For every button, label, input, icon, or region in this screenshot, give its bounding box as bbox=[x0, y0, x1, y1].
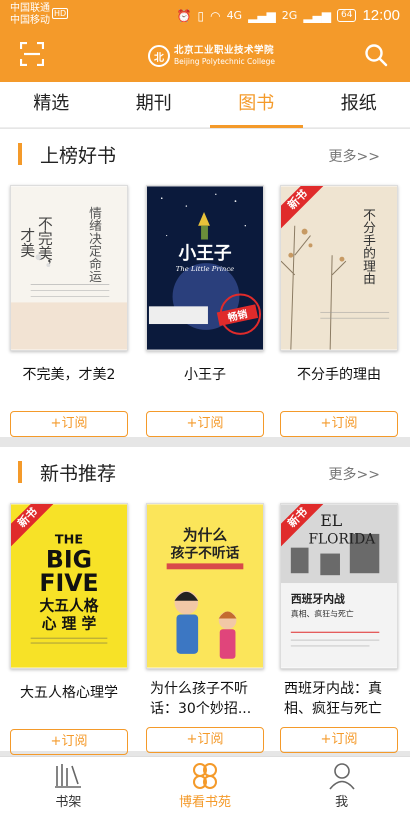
scan-icon[interactable] bbox=[20, 42, 44, 66]
carrier-2: 中国移动 bbox=[10, 15, 50, 26]
cover-text: 才美 bbox=[18, 228, 35, 258]
book-card[interactable]: EL FLORIDA 西班牙内战 真相、疯狂与死亡 新书 西班牙内战：真相、疯狂… bbox=[280, 503, 398, 753]
status-bar: 中国联通 中国移动 HD ⏰ ▯ ◠ 4G ▂▄▆ 2G ▂▄▆ 64 12:0… bbox=[0, 0, 410, 28]
nav-me[interactable]: 我 bbox=[273, 757, 410, 813]
logo-english: Beijing Polytechnic College bbox=[174, 57, 276, 66]
bestsellers-section: 上榜好书 更多>> 不完美， 才美 情绪决定命运 不完美，才美2 +订阅 小王子… bbox=[0, 129, 410, 437]
more-link[interactable]: 更多>> bbox=[329, 146, 380, 166]
network-1: 4G bbox=[226, 9, 243, 22]
book-card[interactable]: 不完美， 才美 情绪决定命运 不完美，才美2 +订阅 bbox=[10, 185, 128, 437]
cover-text: 不分手的理由 bbox=[360, 208, 375, 285]
cover-text: 小王子 bbox=[178, 243, 231, 264]
nav-label: 博看书苑 bbox=[179, 795, 232, 810]
tab-newspapers[interactable]: 报纸 bbox=[308, 82, 410, 127]
cover-text: 情绪决定命运 bbox=[86, 206, 101, 284]
book-card[interactable]: 不分手的理由 新书 不分手的理由 +订阅 bbox=[280, 185, 398, 437]
cover-text: 心 理 学 bbox=[42, 614, 97, 632]
clock: 12:00 bbox=[362, 7, 400, 24]
cover-text: 西班牙内战 bbox=[291, 592, 345, 606]
cover-text: 真相、疯狂与死亡 bbox=[291, 608, 354, 618]
subscribe-button[interactable]: +订阅 bbox=[10, 729, 128, 755]
nav-library[interactable]: 博看书苑 bbox=[137, 757, 274, 813]
book-card[interactable]: THE BIG FIVE 大五人格 心 理 学 新书 大五人格心理学 +订阅 bbox=[10, 503, 128, 755]
book-title[interactable]: 不完美，才美2 bbox=[10, 365, 128, 405]
wifi-icon: ◠ bbox=[210, 8, 221, 23]
battery-icon: 64 bbox=[337, 9, 357, 22]
signal-1-icon: ▂▄▆ bbox=[248, 8, 276, 23]
subscribe-button[interactable]: +订阅 bbox=[146, 727, 264, 753]
clover-icon bbox=[193, 763, 217, 789]
search-icon[interactable] bbox=[364, 43, 388, 67]
tab-featured[interactable]: 精选 bbox=[0, 82, 103, 127]
book-card[interactable]: 小王子 The Little Prince 畅销 小王子 +订阅 bbox=[146, 185, 264, 437]
nav-bookshelf[interactable]: 书架 bbox=[0, 757, 137, 813]
subscribe-button[interactable]: +订阅 bbox=[280, 411, 398, 437]
cover-text: 大五人格 bbox=[40, 597, 99, 615]
section-title: 新书推荐 bbox=[40, 463, 117, 485]
tab-books[interactable]: 图书 bbox=[205, 82, 308, 128]
signal-2-icon: ▂▄▆ bbox=[303, 8, 331, 23]
hd-badge: HD bbox=[52, 8, 69, 19]
book-title[interactable]: 大五人格心理学 bbox=[10, 683, 128, 723]
more-link[interactable]: 更多>> bbox=[329, 464, 380, 484]
vibrate-icon: ▯ bbox=[197, 8, 205, 23]
book-card[interactable]: 为什么 孩子不听话 为什么孩子不听话：30个妙招... +订阅 bbox=[146, 503, 264, 753]
nav-label: 我 bbox=[335, 795, 349, 810]
book-cover[interactable]: 为什么 孩子不听话 bbox=[146, 503, 264, 669]
college-logo: 北 北京工业职业技术学院 Beijing Polytechnic College bbox=[148, 41, 275, 71]
section-header: 上榜好书 更多>> bbox=[0, 129, 410, 181]
nav-label: 书架 bbox=[55, 795, 82, 810]
carrier-info: 中国联通 中国移动 HD bbox=[10, 3, 69, 27]
app-header: 中国联通 中国移动 HD ⏰ ▯ ◠ 4G ▂▄▆ 2G ▂▄▆ 64 12:0… bbox=[0, 0, 410, 82]
book-title[interactable]: 不分手的理由 bbox=[280, 365, 398, 405]
tab-journals[interactable]: 期刊 bbox=[103, 82, 206, 127]
logo-chinese: 北京工业职业技术学院 bbox=[174, 45, 275, 56]
section-accent-bar bbox=[18, 461, 22, 483]
subscribe-button[interactable]: +订阅 bbox=[10, 411, 128, 437]
book-title[interactable]: 小王子 bbox=[146, 365, 264, 405]
cover-text: 不完美， bbox=[36, 216, 53, 275]
new-books-section: 新书推荐 更多>> THE BIG FIVE 大五人格 心 理 学 新书 大五人… bbox=[0, 447, 410, 755]
bookshelf-icon bbox=[55, 764, 82, 788]
category-tabs: 精选 期刊 图书 报纸 bbox=[0, 82, 410, 128]
alarm-icon: ⏰ bbox=[176, 8, 192, 23]
network-2: 2G bbox=[281, 9, 298, 22]
book-title[interactable]: 为什么孩子不听话：30个妙招... bbox=[146, 679, 264, 721]
section-header: 新书推荐 更多>> bbox=[0, 447, 410, 499]
section-title: 上榜好书 bbox=[40, 145, 117, 167]
book-title[interactable]: 西班牙内战：真相、疯狂与死亡 bbox=[280, 679, 398, 721]
book-cover[interactable]: 不分手的理由 新书 bbox=[280, 185, 398, 351]
cover-text: 孩子不听话 bbox=[171, 544, 240, 561]
person-icon bbox=[329, 763, 355, 790]
subscribe-button[interactable]: +订阅 bbox=[146, 411, 264, 437]
cover-text: 为什么 bbox=[183, 526, 227, 544]
cover-text: FIVE bbox=[39, 569, 98, 597]
carrier-1: 中国联通 bbox=[10, 3, 50, 14]
cover-text: EL bbox=[320, 511, 342, 530]
book-cover[interactable]: THE BIG FIVE 大五人格 心 理 学 新书 bbox=[10, 503, 128, 669]
book-cover[interactable]: EL FLORIDA 西班牙内战 真相、疯狂与死亡 新书 bbox=[280, 503, 398, 669]
status-icons: ⏰ ▯ ◠ 4G ▂▄▆ 2G ▂▄▆ 64 12:00 bbox=[177, 7, 400, 24]
cover-text: FLORIDA bbox=[309, 532, 377, 548]
book-cover[interactable]: 小王子 The Little Prince 畅销 bbox=[146, 185, 264, 351]
cover-text: The Little Prince bbox=[176, 265, 234, 273]
subscribe-button[interactable]: +订阅 bbox=[280, 727, 398, 753]
logo-seal: 北 bbox=[148, 45, 170, 67]
book-cover[interactable]: 不完美， 才美 情绪决定命运 bbox=[10, 185, 128, 351]
bottom-navigation: 书架 博看书苑 我 bbox=[0, 756, 410, 813]
section-accent-bar bbox=[18, 143, 22, 165]
